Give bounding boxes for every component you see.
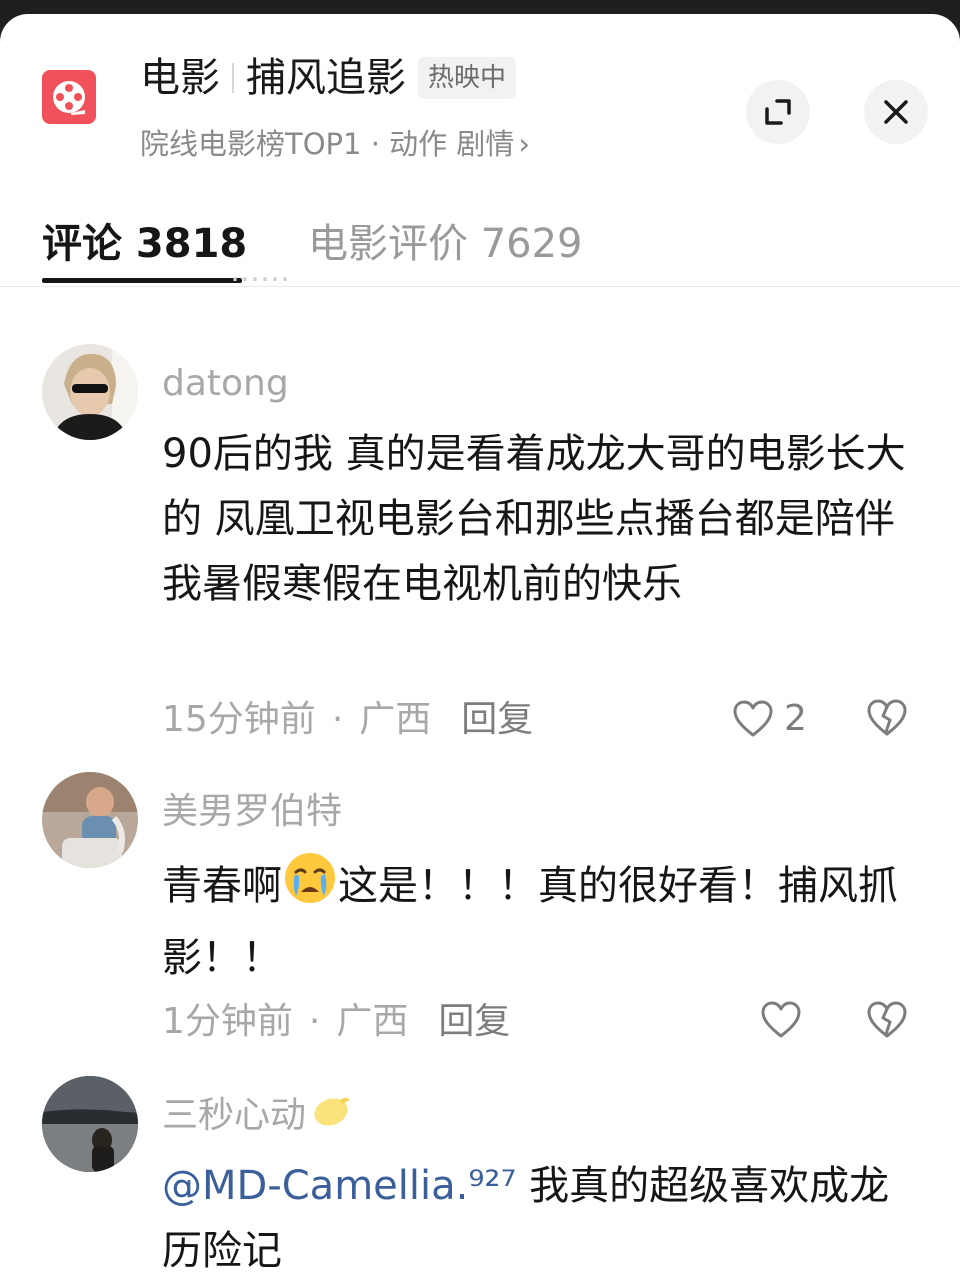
avatar[interactable] [42, 1076, 138, 1172]
movie-title: 捕风追影 [246, 55, 406, 101]
crying-face-emoji [282, 850, 338, 926]
comment-text: 青春啊 这是！！！真的很好看！捕风抓影！！ [162, 850, 922, 991]
comment-meta: 15分钟前 · 广西 回复 [162, 699, 534, 740]
scrolled-off-text: …… [230, 271, 290, 289]
comment-author[interactable]: 三秒心动 [162, 1092, 352, 1141]
active-tab-indicator [42, 278, 242, 283]
expand-icon [765, 99, 791, 125]
comment-author[interactable]: 美男罗伯特 [162, 788, 342, 836]
reply-button[interactable]: 回复 [461, 699, 533, 740]
avatar[interactable] [42, 772, 138, 868]
dislike-button[interactable] [866, 698, 908, 742]
heart-icon [761, 1001, 801, 1038]
comments-sheet: 电影 捕风追影 热映中 院线电影榜TOP1 · 动作 剧情 › 评论 3818 电… [0, 14, 960, 1280]
tab-divider [0, 286, 960, 287]
broken-heart-icon [867, 1001, 907, 1038]
avatar[interactable] [42, 344, 138, 440]
comment-meta: 1分钟前 · 广西 回复 [162, 1001, 511, 1042]
movie-subtitle-link[interactable]: 院线电影榜TOP1 · 动作 剧情 › [140, 122, 530, 166]
broken-heart-icon [867, 699, 907, 736]
heart-icon [733, 700, 773, 736]
category-label: 电影 [140, 55, 220, 101]
like-button[interactable] [760, 1000, 802, 1040]
movie-subtitle: 院线电影榜TOP1 · 动作 剧情 [140, 127, 515, 161]
movie-app-icon[interactable] [42, 70, 96, 124]
like-count: 2 [784, 698, 807, 739]
expand-button[interactable] [746, 80, 810, 144]
dislike-button[interactable] [866, 1000, 908, 1044]
lemon-emoji [310, 1093, 352, 1141]
chevron-right-icon: › [518, 127, 530, 161]
close-button[interactable] [864, 80, 928, 144]
now-showing-badge: 热映中 [418, 57, 517, 99]
title-divider [232, 63, 234, 93]
comment-time: 1分钟前 [162, 1001, 293, 1042]
tab-movie-reviews[interactable]: 电影评价 7629 [308, 214, 583, 274]
tab-comments[interactable]: 评论 3818 [42, 214, 247, 274]
reply-button[interactable]: 回复 [438, 1001, 510, 1042]
film-reel-icon [53, 81, 85, 115]
mention-link[interactable]: @MD-Camellia.⁹²⁷ [162, 1163, 516, 1209]
movie-title-row[interactable]: 电影 捕风追影 热映中 [140, 52, 517, 104]
comment-author[interactable]: datong [162, 360, 289, 408]
avatar-image [42, 344, 138, 440]
comment-text: @MD-Camellia.⁹²⁷ 我真的超级喜欢成龙历险记 [162, 1163, 890, 1274]
comment-time: 15分钟前 [162, 699, 316, 740]
avatar-image [42, 1076, 138, 1172]
close-icon [884, 100, 908, 124]
comment-location: 广西 [359, 699, 432, 740]
like-button[interactable]: 2 [732, 698, 807, 739]
comment-text: 90后的我 真的是看着成龙大哥的电影长大的 凤凰卫视电影台和那些点播台都是陪伴我… [162, 431, 906, 607]
avatar-image [42, 772, 138, 868]
comment-location: 广西 [336, 1001, 409, 1042]
